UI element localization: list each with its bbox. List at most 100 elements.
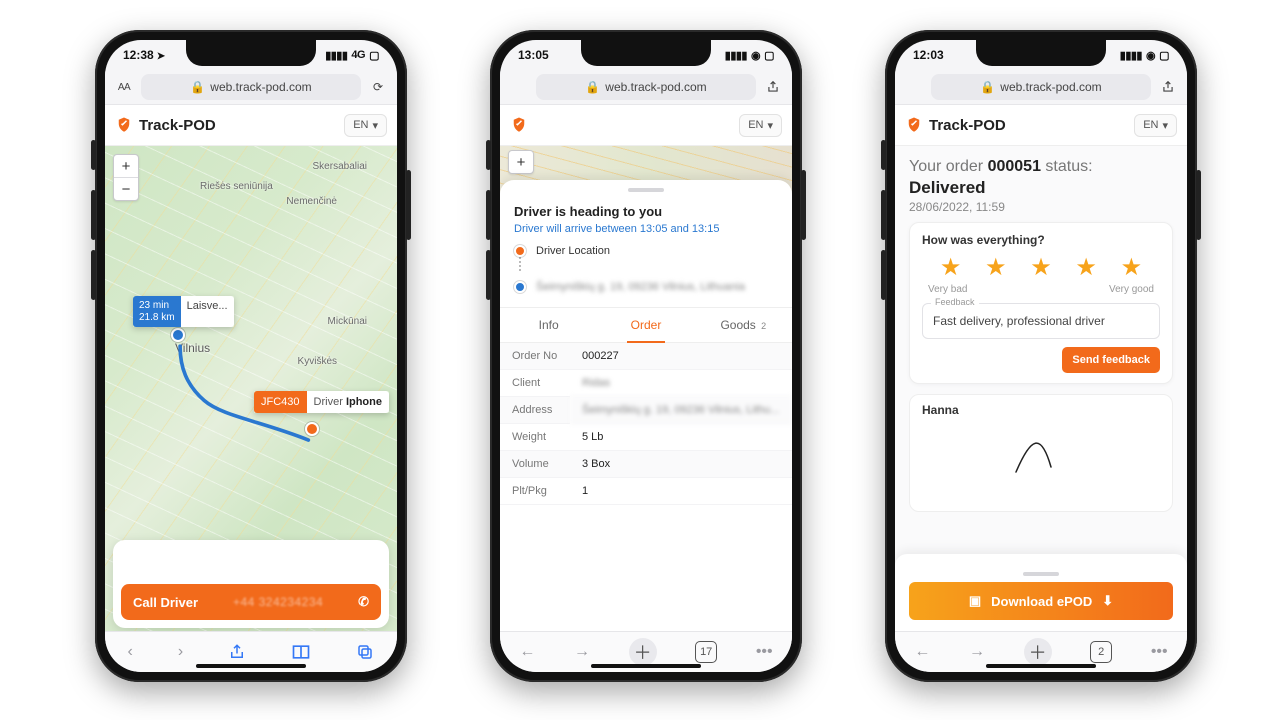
map-label: Kyviškės [298, 356, 337, 367]
url-field[interactable]: 🔒web.track-pod.com [536, 74, 756, 100]
brand-name: Track-POD [929, 117, 1006, 134]
zoom-in-button[interactable]: + [114, 155, 138, 177]
destination-pin [171, 328, 185, 342]
tabs-button[interactable]: 2 [1090, 641, 1112, 663]
chevron-down-icon: ▾ [1162, 119, 1168, 132]
language-selector[interactable]: EN▾ [739, 114, 782, 137]
share-button[interactable] [762, 80, 784, 95]
network-label: 4G [351, 49, 365, 61]
tab-goods[interactable]: Goods 2 [695, 308, 792, 342]
tracking-view: + Driver is heading to you Driver will a… [500, 146, 792, 634]
download-sheet: ▣ Download ePOD ⬇ [895, 554, 1187, 634]
star-rating[interactable]: ★ ★ ★ ★ ★ [928, 253, 1154, 282]
menu-button[interactable]: ••• [1151, 643, 1168, 661]
zoom-in-button[interactable]: + [509, 151, 533, 173]
new-tab-button[interactable]: ＋ [1024, 638, 1052, 666]
driver-location-row: Driver Location [514, 245, 778, 257]
order-number: 000051 [988, 158, 1041, 175]
nav-forward-button[interactable]: › [178, 643, 183, 661]
status-value: Delivered [909, 178, 1173, 198]
feedback-view: Your order 000051 status: Delivered 28/0… [895, 146, 1187, 634]
tab-info[interactable]: Info [500, 308, 597, 342]
plt-pkg: 1 [570, 478, 792, 505]
url-field[interactable]: 🔒web.track-pod.com [141, 74, 361, 100]
sheet-title: Driver is heading to you [514, 204, 778, 219]
feedback-card: How was everything? ★ ★ ★ ★ ★ Very badVe… [909, 222, 1173, 384]
reload-button[interactable]: ⟳ [367, 80, 389, 94]
battery-icon: ▢ [369, 49, 379, 62]
wifi-icon: ◉ [751, 49, 760, 62]
star-1-icon[interactable]: ★ [940, 253, 962, 282]
dot-blue-icon [514, 281, 526, 293]
eta-text: Driver will arrive between 13:05 and 13:… [514, 223, 778, 235]
driver-chip[interactable]: JFC430 Driver Iphone [254, 391, 389, 413]
lock-icon: 🔒 [585, 80, 600, 94]
volume: 3 Box [570, 451, 792, 478]
nav-forward-button[interactable]: → [574, 643, 590, 661]
share-button[interactable] [1157, 80, 1179, 95]
brand-name: Track-POD [139, 117, 216, 134]
battery-icon: ▢ [1159, 49, 1169, 62]
call-number: +44 324234234 [233, 595, 323, 609]
phone-icon: ✆ [358, 594, 369, 610]
nav-back-button[interactable]: ← [519, 643, 535, 661]
brand [510, 116, 528, 134]
battery-icon: ▢ [764, 49, 774, 62]
eta-chip: 23 min21.8 km Laisve... [133, 296, 234, 327]
browser-address-bar: 🔒web.track-pod.com [500, 70, 792, 105]
map-view[interactable]: Vilnius Nemenčinė Mickūnai Kyviškės Sker… [105, 146, 397, 634]
logo-icon [905, 116, 923, 134]
lock-icon: 🔒 [190, 80, 205, 94]
share-button[interactable] [228, 643, 246, 661]
tabs-button[interactable]: 17 [695, 641, 717, 663]
reader-button[interactable]: AA [113, 82, 135, 93]
location-icon: ➤ [157, 51, 165, 62]
nav-back-button[interactable]: ‹ [128, 643, 133, 661]
feedback-input[interactable]: Feedback Fast delivery, professional dri… [922, 303, 1160, 339]
chevron-down-icon: ▾ [767, 119, 773, 132]
brand: Track-POD [115, 116, 216, 134]
bottom-sheet[interactable]: Driver is heading to you Driver will arr… [500, 180, 792, 634]
browser-address-bar: AA 🔒web.track-pod.com ⟳ [105, 70, 397, 105]
signature-area [922, 417, 1160, 487]
delivered-date: 28/06/2022, 11:59 [909, 200, 1173, 214]
drag-handle[interactable] [628, 188, 664, 192]
language-selector[interactable]: EN▾ [344, 114, 387, 137]
bookmarks-button[interactable] [291, 643, 311, 661]
zoom-out-button[interactable]: − [114, 178, 138, 200]
download-epod-button[interactable]: ▣ Download ePOD ⬇ [909, 582, 1173, 620]
home-indicator [196, 664, 306, 668]
drag-handle[interactable] [1023, 572, 1059, 576]
tab-order[interactable]: Order [597, 308, 694, 342]
dot-orange-icon [514, 245, 526, 257]
star-5-icon[interactable]: ★ [1121, 253, 1143, 282]
star-3-icon[interactable]: ★ [1030, 253, 1052, 282]
logo-icon [115, 116, 133, 134]
feedback-legend: Feedback [931, 297, 979, 307]
driver-name: Iphone [346, 396, 382, 408]
call-driver-button[interactable]: Call Driver +44 324234234 ✆ [121, 584, 381, 620]
client: Ridas [570, 370, 792, 397]
address: Šeimyniškių g. 19, 09236 Vilnius, Lithu.… [570, 397, 792, 424]
label-very-bad: Very bad [928, 284, 967, 295]
nav-back-button[interactable]: ← [914, 643, 930, 661]
call-card: Call Driver +44 324234234 ✆ [113, 540, 389, 628]
star-2-icon[interactable]: ★ [985, 253, 1007, 282]
clock: 12:03 [913, 48, 944, 62]
map-label: Mickūnai [328, 316, 367, 327]
label-very-good: Very good [1109, 284, 1154, 295]
tabs-button[interactable] [356, 643, 374, 661]
wifi-icon: ◉ [1146, 49, 1155, 62]
send-feedback-button[interactable]: Send feedback [1062, 347, 1160, 373]
signer-name: Hanna [922, 403, 1160, 417]
menu-button[interactable]: ••• [756, 643, 773, 661]
destination-row: Šeimyniškių g. 19, 09236 Vilnius, Lithua… [514, 281, 778, 293]
new-tab-button[interactable]: ＋ [629, 638, 657, 666]
url-field[interactable]: 🔒web.track-pod.com [931, 74, 1151, 100]
language-selector[interactable]: EN▾ [1134, 114, 1177, 137]
star-4-icon[interactable]: ★ [1075, 253, 1097, 282]
order-details-table: Order No000227 ClientRidas AddressŠeimyn… [500, 343, 792, 505]
lock-icon: 🔒 [980, 80, 995, 94]
app-header: Track-POD EN▾ [105, 105, 397, 146]
nav-forward-button[interactable]: → [969, 643, 985, 661]
